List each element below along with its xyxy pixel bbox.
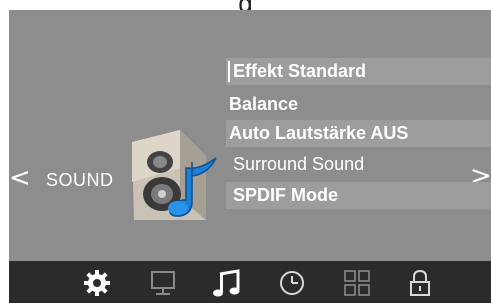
menu-item-spdif-mode[interactable]: SPDIF Mode	[226, 182, 491, 209]
prev-page-button[interactable]: <	[9, 165, 31, 191]
speaker-icon	[132, 130, 217, 220]
menu-item-balance[interactable]: Balance	[226, 91, 491, 118]
header-glyph: g	[0, 0, 491, 10]
lock-icon[interactable]	[405, 268, 435, 298]
monitor-icon[interactable]	[148, 268, 178, 298]
menu-item-effekt[interactable]: Effekt Standard	[226, 58, 491, 85]
top-strip: g	[0, 0, 491, 10]
menu-item-auto-lautstaerke[interactable]: Auto Lautstärke AUS	[226, 120, 491, 147]
music-note-icon[interactable]	[212, 268, 242, 298]
clock-icon[interactable]	[277, 268, 307, 298]
menu-item-surround-sound[interactable]: Surround Sound	[226, 151, 491, 178]
gear-icon[interactable]	[82, 268, 112, 298]
grid-icon[interactable]	[342, 268, 372, 298]
section-label: SOUND	[46, 170, 114, 190]
